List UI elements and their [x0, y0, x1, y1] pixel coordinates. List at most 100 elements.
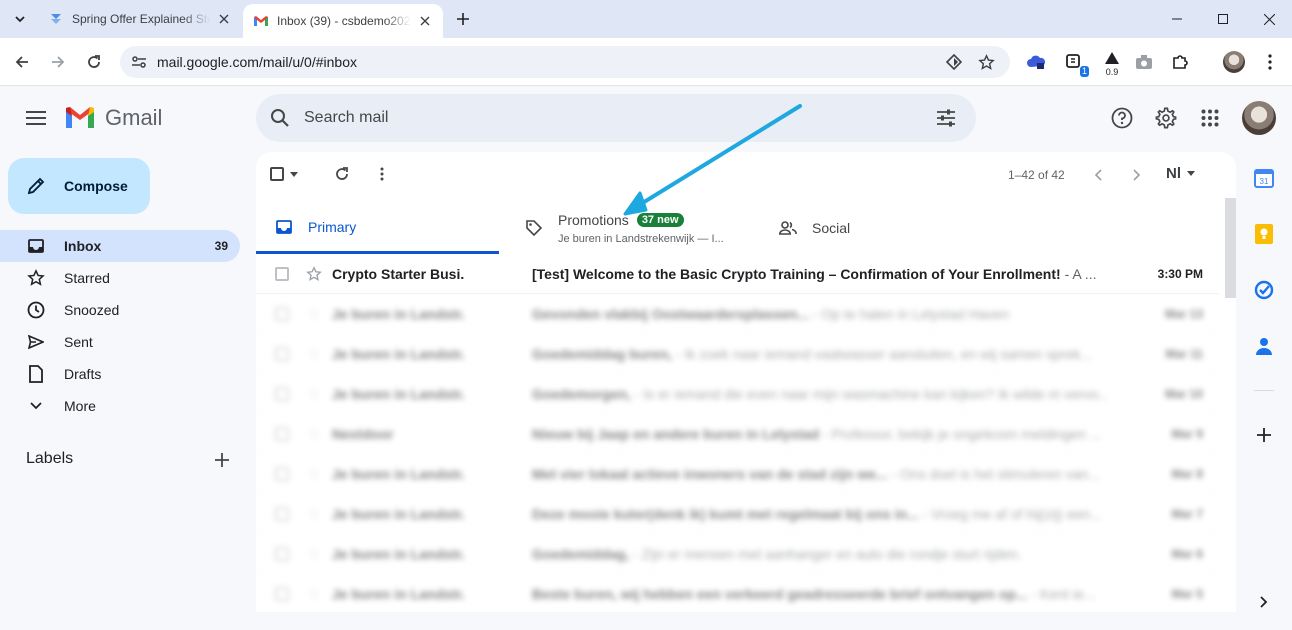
calendar-icon: 31: [1254, 169, 1274, 188]
tasks-app-button[interactable]: [1252, 278, 1276, 302]
email-date: Mar 10: [1164, 386, 1203, 401]
sidebar-item-inbox[interactable]: Inbox 39: [0, 230, 240, 262]
email-row[interactable]: ☆ Je buren in Landstr. Goedemiddag buren…: [256, 334, 1219, 374]
email-row[interactable]: ☆ Je buren in Landstr. Deze mooie kuter(…: [256, 494, 1219, 534]
email-row[interactable]: ☆ Je buren in Landstr. Gevonden vlakbij …: [256, 294, 1219, 334]
star-icon[interactable]: ☆: [305, 385, 323, 402]
sidebar-item-starred[interactable]: Starred: [0, 262, 240, 294]
star-icon[interactable]: ☆: [305, 465, 323, 482]
profile-button[interactable]: [1222, 50, 1246, 74]
star-icon[interactable]: ☆: [305, 425, 323, 442]
hide-side-panel-button[interactable]: [1252, 590, 1276, 614]
tab-primary[interactable]: Primary: [256, 202, 499, 254]
google-apps-button[interactable]: [1196, 104, 1224, 132]
puzzle-badge-extension[interactable]: 1: [1062, 50, 1089, 77]
browser-tab-inbox[interactable]: Inbox (39) - csbdemo2024@gmail.com: [243, 4, 443, 38]
translate-icon[interactable]: [944, 52, 964, 72]
row-checkbox[interactable]: [275, 266, 289, 281]
cloud-lock-extension[interactable]: [1024, 50, 1048, 74]
close-window-button[interactable]: [1246, 0, 1292, 38]
input-language: Nl: [1166, 165, 1181, 182]
email-sender: Je buren in Landstr.: [332, 585, 466, 602]
sidebar-item-sent[interactable]: Sent: [0, 326, 240, 358]
row-checkbox[interactable]: [275, 586, 289, 601]
compose-button[interactable]: Compose: [8, 158, 150, 214]
newer-button[interactable]: [1086, 164, 1110, 186]
star-icon[interactable]: ☆: [305, 305, 323, 322]
email-row[interactable]: ☆ Je buren in Landstr. Goedemiddag, - Zi…: [256, 534, 1219, 574]
row-checkbox[interactable]: [275, 466, 289, 481]
email-subject: Gevonden vlakbij Oostwaardersplassen...: [532, 305, 809, 322]
more-actions-button[interactable]: [368, 162, 396, 186]
star-icon[interactable]: ☆: [305, 345, 323, 362]
main-menu-button[interactable]: [22, 104, 50, 132]
sidebar-item-drafts[interactable]: Drafts: [0, 358, 240, 390]
email-date: 3:30 PM: [1157, 266, 1203, 281]
select-all-checkbox[interactable]: [270, 162, 298, 186]
sidebar-item-more[interactable]: More: [0, 390, 240, 422]
row-checkbox[interactable]: [275, 306, 289, 321]
keep-app-button[interactable]: [1252, 222, 1276, 246]
site-info-icon[interactable]: [124, 46, 154, 78]
older-button[interactable]: [1125, 164, 1149, 186]
email-subject-line: Met vier lokaal actieve inwoners van de …: [532, 466, 1108, 482]
tab-search-button[interactable]: [8, 7, 32, 31]
search-options-icon[interactable]: [934, 106, 958, 130]
star-icon[interactable]: [305, 265, 323, 282]
reload-icon: [88, 55, 100, 68]
get-addons-button[interactable]: [1252, 423, 1276, 447]
star-icon[interactable]: ☆: [305, 505, 323, 522]
email-row[interactable]: Crypto Starter Busi. [Test] Welcome to t…: [256, 254, 1219, 294]
camera-extension[interactable]: [1132, 50, 1156, 74]
browser-menu-button[interactable]: [1258, 50, 1282, 74]
star-icon[interactable]: ☆: [305, 585, 323, 602]
account-avatar[interactable]: [1242, 101, 1276, 135]
sidebar-item-snoozed[interactable]: Snoozed: [0, 294, 240, 326]
support-button[interactable]: [1108, 104, 1136, 132]
chevron-right-icon: [1260, 596, 1268, 608]
email-row[interactable]: ☆ Je buren in Landstr. Beste buren, wij …: [256, 574, 1219, 612]
row-checkbox[interactable]: [275, 346, 289, 361]
chevron-left-icon: [1094, 169, 1102, 181]
row-checkbox[interactable]: [275, 506, 289, 521]
maximize-button[interactable]: [1200, 0, 1246, 38]
input-tools-button[interactable]: Nl: [1166, 165, 1195, 182]
email-row[interactable]: ☆ Je buren in Landstr. Goedemorgen, - Is…: [256, 374, 1219, 414]
chevron-down-icon: [26, 396, 46, 416]
settings-button[interactable]: [1152, 104, 1180, 132]
close-icon[interactable]: [216, 11, 232, 27]
browser-tab-spring-offer[interactable]: Spring Offer Explained Step: [38, 0, 244, 38]
email-row[interactable]: ☆ Nextdoor Nieuw bij Jaap en andere bure…: [256, 414, 1219, 454]
row-checkbox[interactable]: [275, 386, 289, 401]
star-icon[interactable]: ☆: [305, 545, 323, 562]
address-bar[interactable]: mail.google.com/mail/u/0/#inbox: [120, 46, 1010, 78]
refresh-button[interactable]: [328, 162, 356, 186]
tab-social[interactable]: Social: [770, 202, 1010, 254]
row-checkbox[interactable]: [275, 546, 289, 561]
bookmark-star-icon[interactable]: [976, 52, 996, 72]
extensions-menu-button[interactable]: [1168, 50, 1192, 74]
gmail-logo[interactable]: Gmail: [64, 104, 162, 132]
email-date: Mar 5: [1171, 586, 1203, 601]
search-icon[interactable]: [256, 94, 304, 142]
close-icon[interactable]: [417, 13, 433, 29]
email-subject: Beste buren, wij hebben een verkeerd gea…: [532, 585, 1028, 602]
new-tab-button[interactable]: [452, 8, 474, 30]
triangle-extension[interactable]: 0.9: [1100, 50, 1124, 77]
reload-button[interactable]: [80, 48, 108, 76]
calendar-app-button[interactable]: 31: [1252, 166, 1276, 190]
caret-down-icon: [290, 171, 298, 177]
apps-grid-icon: [1201, 109, 1219, 127]
tab-promotions[interactable]: Promotions 37 new Je buren in Landstreke…: [518, 202, 758, 254]
email-row[interactable]: ☆ Je buren in Landstr. Met vier lokaal a…: [256, 454, 1219, 494]
minimize-button[interactable]: [1154, 0, 1200, 38]
create-label-button[interactable]: [210, 448, 234, 472]
contacts-app-button[interactable]: [1252, 334, 1276, 358]
forward-button[interactable]: [44, 48, 72, 76]
back-button[interactable]: [8, 48, 36, 76]
inbox-scrollbar[interactable]: [1225, 198, 1236, 298]
email-subject: Deze mooie kuter(denk ik) kumt met regel…: [532, 505, 919, 522]
row-checkbox[interactable]: [275, 426, 289, 441]
search-bar[interactable]: Search mail: [256, 94, 976, 142]
search-input[interactable]: Search mail: [304, 109, 388, 127]
